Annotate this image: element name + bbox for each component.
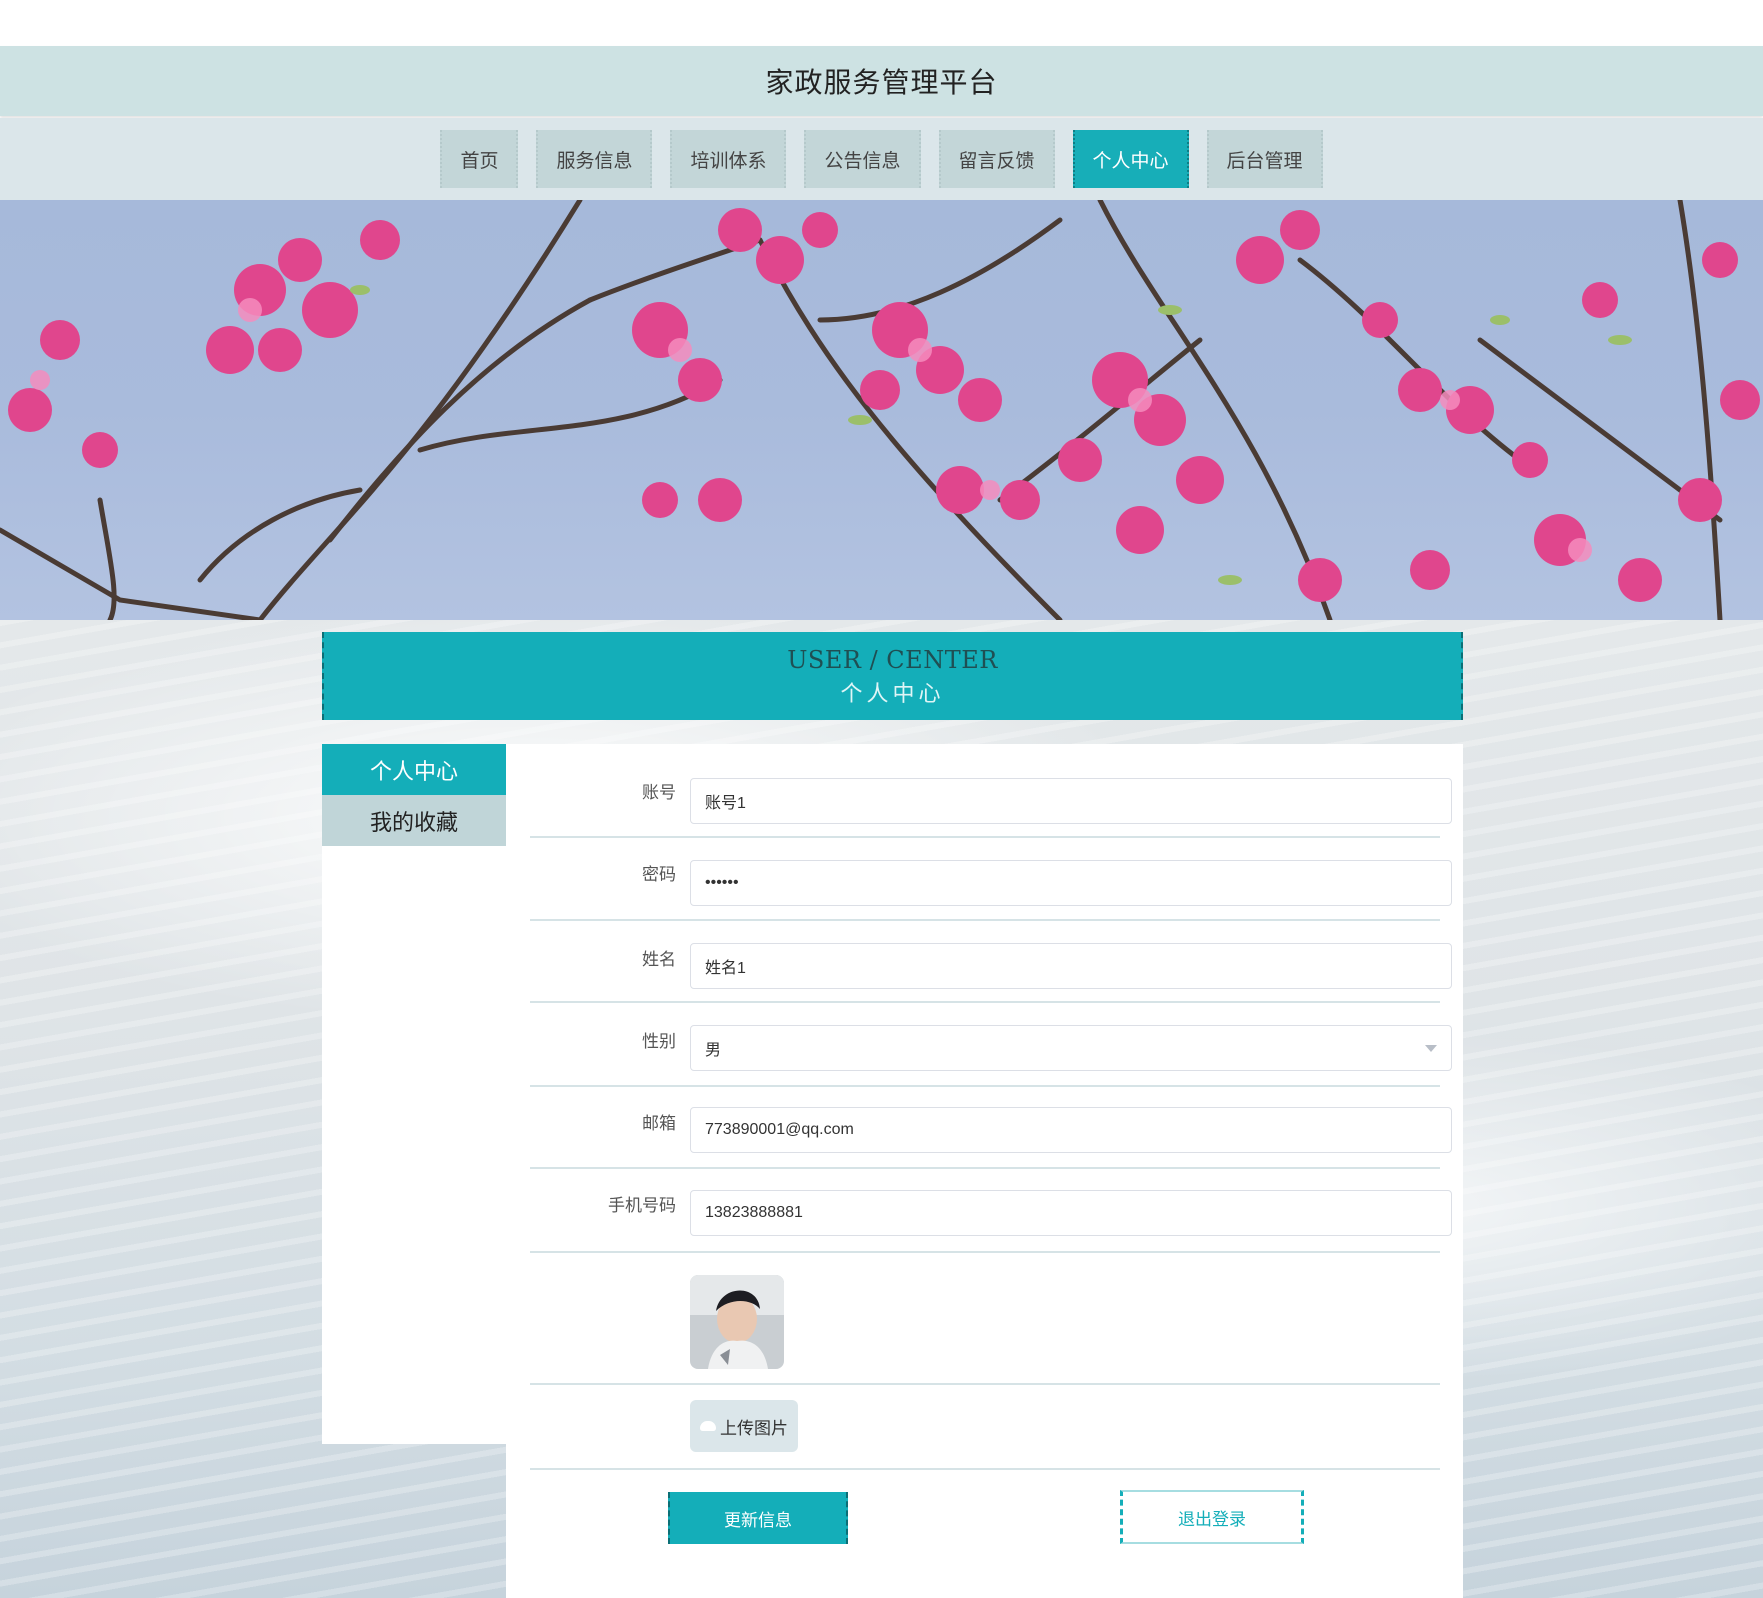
section-header: USER / CENTER 个人中心 <box>322 632 1463 720</box>
section-title-cn: 个人中心 <box>840 682 945 707</box>
sidebar: 个人中心 我的收藏 <box>322 744 506 1444</box>
gender-label: 性别 <box>642 1032 676 1052</box>
name-label: 姓名 <box>642 950 676 970</box>
account-input[interactable]: 账号1 <box>690 778 1452 824</box>
name-input[interactable]: 姓名1 <box>690 943 1452 989</box>
form-row-name: 姓名 姓名1 <box>530 921 1452 1003</box>
cloud-upload-icon <box>700 1421 716 1431</box>
password-input[interactable]: •••••• <box>690 860 1452 906</box>
email-label: 邮箱 <box>642 1114 676 1134</box>
account-label: 账号 <box>642 783 676 803</box>
form-row-phone: 手机号码 13823888881 <box>530 1169 1452 1253</box>
nav-item-feedback[interactable]: 留言反馈 <box>938 130 1055 188</box>
form-row-avatar <box>530 1253 1440 1385</box>
email-input[interactable]: 773890001@qq.com <box>690 1107 1452 1153</box>
chevron-down-icon <box>1425 1044 1437 1052</box>
nav-item-home[interactable]: 首页 <box>440 130 519 188</box>
main-nav: 首页 服务信息 培训体系 公告信息 留言反馈 个人中心 后台管理 <box>0 118 1763 200</box>
form-row-password: 密码 •••••• <box>530 838 1452 921</box>
upload-image-label: 上传图片 <box>720 1418 788 1439</box>
upload-image-button[interactable]: 上传图片 <box>690 1400 798 1452</box>
section-title-en: USER / CENTER <box>787 646 998 674</box>
nav-item-training[interactable]: 培训体系 <box>670 130 787 188</box>
phone-input[interactable]: 13823888881 <box>690 1190 1452 1236</box>
form-row-email: 邮箱 773890001@qq.com <box>530 1087 1452 1169</box>
gender-select[interactable]: 男 <box>690 1025 1452 1071</box>
sidebar-item-user-center[interactable]: 个人中心 <box>322 744 506 795</box>
nav-item-admin[interactable]: 后台管理 <box>1206 130 1323 188</box>
form-row-account: 账号 账号1 <box>530 744 1452 838</box>
banner-image <box>0 200 1763 620</box>
avatar <box>690 1275 784 1369</box>
gender-select-value: 男 <box>705 1042 722 1059</box>
sidebar-item-favorites[interactable]: 我的收藏 <box>322 795 506 846</box>
phone-label: 手机号码 <box>608 1196 676 1216</box>
form-row-gender: 性别 男 <box>530 1003 1452 1087</box>
password-label: 密码 <box>642 865 676 885</box>
nav-item-user-center[interactable]: 个人中心 <box>1072 130 1189 188</box>
update-info-button[interactable]: 更新信息 <box>668 1492 848 1544</box>
profile-form-panel: 账号 账号1 密码 •••••• 姓名 姓名1 性别 男 邮箱 77389000… <box>506 744 1463 1598</box>
nav-item-announcements[interactable]: 公告信息 <box>804 130 921 188</box>
site-title: 家政服务管理平台 <box>765 66 998 99</box>
site-header: 家政服务管理平台 <box>0 46 1763 116</box>
logout-button[interactable]: 退出登录 <box>1120 1490 1304 1544</box>
cherry-blossom-illustration <box>0 200 1760 620</box>
nav-item-service-info[interactable]: 服务信息 <box>536 130 653 188</box>
form-row-upload: 上传图片 <box>530 1385 1440 1470</box>
avatar-photo <box>690 1275 784 1369</box>
